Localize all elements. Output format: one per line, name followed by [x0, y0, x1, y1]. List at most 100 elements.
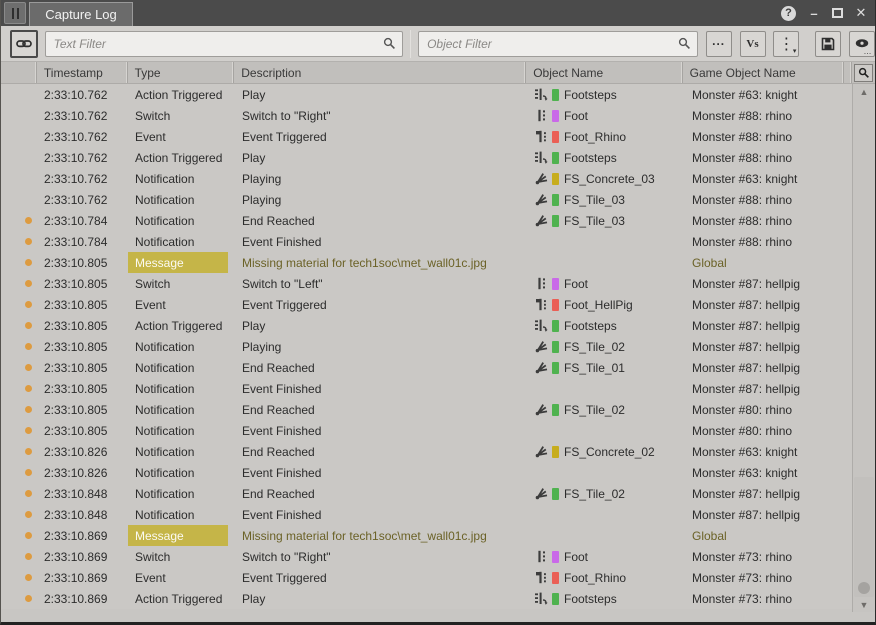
filter-settings-button[interactable]: Vs — [740, 31, 766, 57]
column-header-marker[interactable] — [1, 62, 37, 83]
log-row[interactable]: 2:33:10.826NotificationEnd ReachedFS_Con… — [1, 441, 854, 462]
log-row[interactable]: 2:33:10.762Action TriggeredPlayFootsteps… — [1, 147, 854, 168]
log-row[interactable]: 2:33:10.869Action TriggeredPlayFootsteps… — [1, 588, 854, 609]
maximize-icon[interactable] — [832, 8, 843, 18]
header-search-button[interactable] — [852, 62, 875, 83]
close-icon[interactable]: ✕ — [853, 5, 869, 21]
object-name-label: FS_Tile_02 — [564, 340, 625, 354]
description-cell: Playing — [235, 168, 528, 189]
sound-sfx-icon — [535, 403, 548, 416]
game-object-cell: Global — [685, 252, 847, 273]
help-icon[interactable]: ? — [781, 6, 796, 21]
object-name-label: FS_Tile_03 — [564, 193, 625, 207]
type-cell: Notification — [128, 231, 235, 252]
timestamp-cell: 2:33:10.869 — [37, 588, 128, 609]
row-marker-cell — [1, 504, 37, 525]
type-cell: Event — [128, 294, 235, 315]
log-row[interactable]: 2:33:10.762NotificationPlayingFS_Concret… — [1, 168, 854, 189]
vertical-scrollbar[interactable]: ▲ ▼ — [852, 84, 875, 612]
sound-sfx-icon — [535, 487, 548, 500]
game-object-cell: Monster #73: rhino — [685, 546, 847, 567]
log-row[interactable]: 2:33:10.848NotificationEvent FinishedMon… — [1, 504, 854, 525]
description-cell: Event Finished — [235, 462, 528, 483]
log-row[interactable]: 2:33:10.805NotificationEnd ReachedFS_Til… — [1, 357, 854, 378]
log-row[interactable]: 2:33:10.784NotificationEvent FinishedMon… — [1, 231, 854, 252]
game-object-cell: Monster #63: knight — [685, 168, 847, 189]
minimize-icon[interactable]: – — [806, 6, 822, 21]
log-row[interactable]: 2:33:10.762SwitchSwitch to "Right"FootMo… — [1, 105, 854, 126]
timestamp-cell: 2:33:10.762 — [37, 147, 128, 168]
new-entry-dot-icon — [25, 301, 32, 308]
new-entry-dot-icon — [25, 511, 32, 518]
new-entry-dot-icon — [25, 280, 32, 287]
column-header-game-object-name[interactable]: Game Object Name — [683, 62, 844, 83]
scrollbar-track[interactable] — [853, 99, 875, 597]
link-capture-button[interactable] — [10, 30, 38, 58]
sound-sfx-icon — [535, 361, 548, 374]
log-row[interactable]: 2:33:10.762EventEvent TriggeredFoot_Rhin… — [1, 126, 854, 147]
search-icon — [858, 67, 870, 79]
column-header-description[interactable]: Description — [234, 62, 526, 83]
tab-capture-log[interactable]: Capture Log — [29, 2, 133, 26]
log-row[interactable]: 2:33:10.805NotificationEvent FinishedMon… — [1, 420, 854, 441]
more-filters-button[interactable]: ... — [706, 31, 732, 57]
object-name-label: Foot — [564, 550, 588, 564]
new-entry-dot-icon — [25, 322, 32, 329]
log-row[interactable]: 2:33:10.805MessageMissing material for t… — [1, 252, 854, 273]
scroll-up-icon[interactable]: ▲ — [853, 84, 875, 99]
description-cell: Event Finished — [235, 504, 528, 525]
log-row[interactable]: 2:33:10.805Action TriggeredPlayFootsteps… — [1, 315, 854, 336]
object-name-cell — [528, 252, 685, 273]
save-log-button[interactable] — [815, 31, 841, 57]
object-name-label: Foot — [564, 277, 588, 291]
column-header-object-name[interactable]: Object Name — [526, 62, 682, 83]
log-row[interactable]: 2:33:10.784NotificationEnd ReachedFS_Til… — [1, 210, 854, 231]
game-object-cell: Monster #87: hellpig — [685, 336, 847, 357]
log-row[interactable]: 2:33:10.762Action TriggeredPlayFootsteps… — [1, 84, 854, 105]
game-object-cell: Monster #80: rhino — [685, 420, 847, 441]
log-row[interactable]: 2:33:10.869SwitchSwitch to "Right"FootMo… — [1, 546, 854, 567]
sound-sfx-icon — [535, 340, 548, 353]
object-name-cell: FS_Tile_02 — [528, 336, 685, 357]
timestamp-cell: 2:33:10.762 — [37, 189, 128, 210]
log-row[interactable]: 2:33:10.869MessageMissing material for t… — [1, 525, 854, 546]
description-cell: Event Finished — [235, 378, 528, 399]
view-options-button[interactable]: … — [849, 31, 875, 57]
object-name-cell — [528, 504, 685, 525]
voice-color-chip — [552, 194, 559, 206]
column-header-type[interactable]: Type — [128, 62, 235, 83]
description-cell: Event Finished — [235, 231, 528, 252]
new-entry-dot-icon — [25, 217, 32, 224]
log-row[interactable]: 2:33:10.869EventEvent TriggeredFoot_Rhin… — [1, 567, 854, 588]
log-row[interactable]: 2:33:10.805SwitchSwitch to "Left"FootMon… — [1, 273, 854, 294]
voice-color-chip — [552, 404, 559, 416]
ellipsis-icon: ... — [712, 38, 725, 50]
game-object-cell: Monster #87: hellpig — [685, 273, 847, 294]
log-row[interactable]: 2:33:10.805EventEvent TriggeredFoot_Hell… — [1, 294, 854, 315]
options-menu-button[interactable]: ⋮ ▾ — [773, 31, 799, 57]
object-name-cell: FS_Tile_02 — [528, 399, 685, 420]
log-row[interactable]: 2:33:10.805NotificationPlayingFS_Tile_02… — [1, 336, 854, 357]
game-object-cell: Monster #88: rhino — [685, 231, 847, 252]
log-row[interactable]: 2:33:10.762NotificationPlayingFS_Tile_03… — [1, 189, 854, 210]
log-row[interactable]: 2:33:10.848NotificationEnd ReachedFS_Til… — [1, 483, 854, 504]
log-row[interactable]: 2:33:10.805NotificationEvent FinishedMon… — [1, 378, 854, 399]
timestamp-cell: 2:33:10.762 — [37, 105, 128, 126]
new-entry-dot-icon — [25, 427, 32, 434]
description-cell: Play — [235, 588, 528, 609]
switch-container-icon — [535, 88, 548, 101]
type-cell: Notification — [128, 357, 235, 378]
description-cell: End Reached — [235, 399, 528, 420]
object-filter-input[interactable] — [425, 36, 678, 52]
game-object-cell: Monster #88: rhino — [685, 126, 847, 147]
dock-handle-icon[interactable] — [4, 2, 26, 24]
column-header-timestamp[interactable]: Timestamp — [37, 62, 128, 83]
row-marker-cell — [1, 294, 37, 315]
scroll-down-icon[interactable]: ▼ — [853, 597, 875, 612]
text-filter-input[interactable] — [52, 36, 383, 52]
log-row[interactable]: 2:33:10.805NotificationEnd ReachedFS_Til… — [1, 399, 854, 420]
row-marker-cell — [1, 189, 37, 210]
scrollbar-thumb[interactable] — [854, 477, 874, 597]
type-cell: Switch — [128, 546, 235, 567]
log-row[interactable]: 2:33:10.826NotificationEvent FinishedMon… — [1, 462, 854, 483]
